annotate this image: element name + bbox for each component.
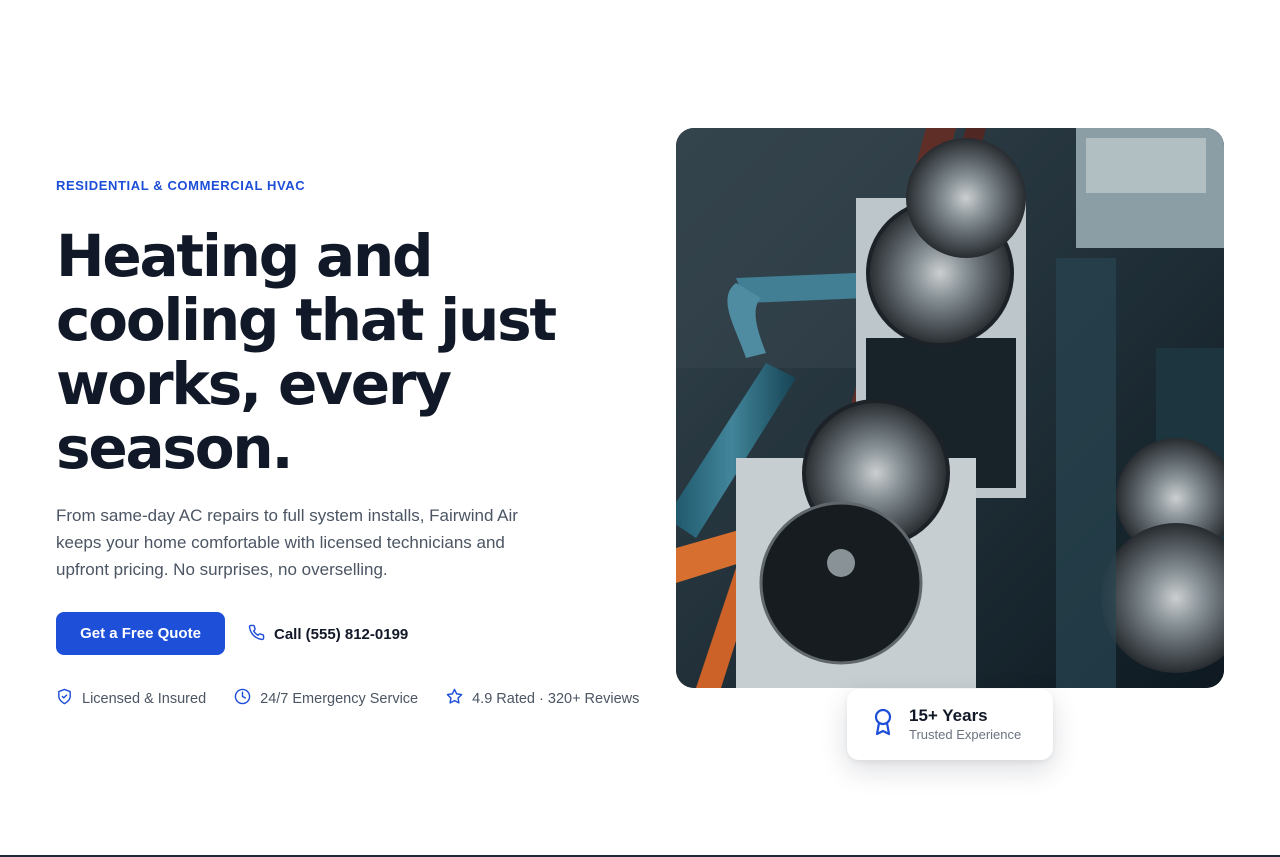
star-icon: [446, 688, 463, 709]
badge-licensed: Licensed & Insured: [56, 688, 206, 709]
get-quote-button[interactable]: Get a Free Quote: [56, 612, 225, 655]
badge-label: 24/7 Emergency Service: [260, 690, 419, 707]
experience-card: 15+ Years Trusted Experience: [847, 689, 1053, 760]
call-label: Call (555) 812-0199: [274, 625, 409, 643]
trust-badges: Licensed & Insured 24/7 Emergency Servic…: [56, 688, 639, 709]
badge-label: 4.9 Rated · 320+ Reviews: [472, 690, 640, 707]
shield-check-icon: [56, 688, 73, 709]
hero-eyebrow: RESIDENTIAL & COMMERCIAL HVAC: [56, 178, 306, 193]
phone-icon: [248, 624, 265, 645]
call-link[interactable]: Call (555) 812-0199: [248, 622, 408, 646]
hero-photo: [676, 128, 1224, 688]
hero-headline: Heating and cooling that just works, eve…: [56, 222, 557, 482]
badge-label: Licensed & Insured: [82, 690, 207, 707]
hero-lead: From same-day AC repairs to full system …: [56, 506, 518, 579]
experience-text: 15+ Years Trusted Experience: [909, 706, 1021, 744]
badge-emergency: 24/7 Emergency Service: [234, 688, 418, 709]
experience-title: 15+ Years: [909, 705, 988, 725]
clock-icon: [234, 688, 251, 709]
award-ribbon-icon: [871, 708, 895, 741]
experience-subtitle: Trusted Experience: [909, 726, 1022, 742]
badge-rating: 4.9 Rated · 320+ Reviews: [446, 688, 639, 709]
